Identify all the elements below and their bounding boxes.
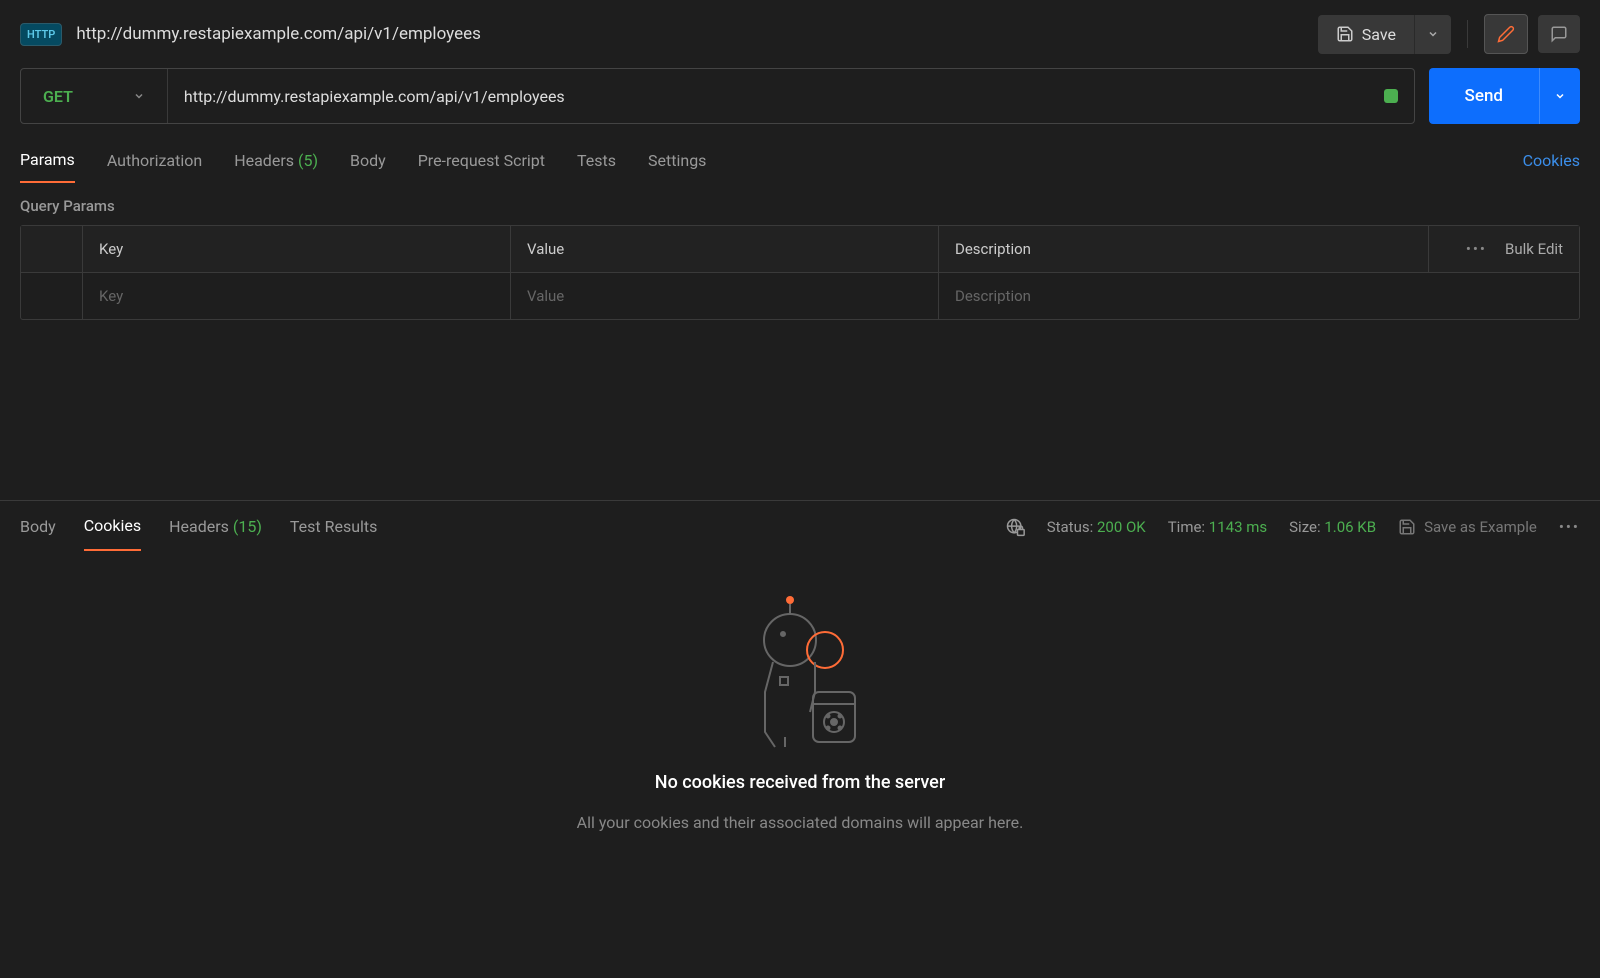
table-row	[21, 273, 1579, 319]
comments-button[interactable]	[1538, 15, 1580, 53]
key-input[interactable]	[99, 287, 494, 305]
save-group: Save	[1318, 15, 1451, 54]
col-value: Value	[511, 226, 939, 272]
response-tab-tests[interactable]: Test Results	[290, 503, 378, 550]
send-button[interactable]: Send	[1429, 68, 1539, 124]
table-header: Key Value Description ••• Bulk Edit	[21, 226, 1579, 273]
status-code: 200	[1097, 518, 1122, 536]
empty-state: No cookies received from the server All …	[0, 552, 1600, 832]
tab-settings[interactable]: Settings	[648, 139, 706, 182]
description-input[interactable]	[955, 287, 1563, 305]
bulk-edit-button[interactable]: Bulk Edit	[1505, 240, 1563, 258]
headers-count: (5)	[298, 151, 318, 170]
response-more-options[interactable]: •••	[1559, 518, 1580, 536]
params-table: Key Value Description ••• Bulk Edit	[20, 225, 1580, 320]
save-dropdown[interactable]	[1414, 15, 1451, 54]
save-as-example-button[interactable]: Save as Example	[1398, 518, 1537, 536]
response-headers-label: Headers	[169, 517, 229, 536]
save-icon	[1336, 25, 1354, 43]
col-key: Key	[83, 226, 511, 272]
method-selector[interactable]: GET	[21, 69, 168, 123]
request-bar: GET	[20, 68, 1415, 124]
save-label: Save	[1362, 25, 1396, 44]
response-tab-body[interactable]: Body	[20, 503, 56, 550]
url-input[interactable]	[168, 69, 1384, 123]
status-label: Status:	[1047, 518, 1094, 536]
save-button[interactable]: Save	[1318, 15, 1414, 54]
astronaut-icon	[735, 592, 865, 752]
request-title: http://dummy.restapiexample.com/api/v1/e…	[76, 24, 1303, 44]
tab-headers[interactable]: Headers (5)	[234, 139, 318, 182]
empty-subtitle: All your cookies and their associated do…	[577, 813, 1024, 832]
tab-headers-label: Headers	[234, 151, 294, 170]
size-value: 1.06 KB	[1324, 518, 1376, 536]
save-as-example-label: Save as Example	[1424, 518, 1537, 536]
chevron-down-icon	[133, 90, 145, 102]
query-params-label: Query Params	[0, 183, 1600, 225]
divider	[1467, 20, 1468, 48]
send-dropdown[interactable]	[1539, 68, 1580, 124]
chevron-down-icon	[1554, 90, 1566, 102]
comment-icon	[1550, 25, 1568, 43]
http-badge: HTTP	[20, 23, 62, 46]
response-tab-cookies[interactable]: Cookies	[84, 502, 141, 551]
col-description: Description	[939, 226, 1429, 272]
edit-button[interactable]	[1484, 14, 1528, 54]
pencil-icon	[1497, 25, 1515, 43]
size-label: Size:	[1289, 518, 1320, 536]
time-label: Time:	[1168, 518, 1205, 536]
table-options[interactable]: •••	[1466, 240, 1487, 258]
value-input[interactable]	[527, 287, 922, 305]
tab-prerequest[interactable]: Pre-request Script	[418, 139, 545, 182]
chevron-down-icon	[1427, 28, 1439, 40]
status-text: OK	[1126, 518, 1146, 536]
empty-title: No cookies received from the server	[655, 772, 945, 793]
tab-tests[interactable]: Tests	[577, 139, 616, 182]
response-tab-headers[interactable]: Headers (15)	[169, 503, 262, 550]
tab-body[interactable]: Body	[350, 139, 386, 182]
method-label: GET	[43, 87, 73, 106]
environment-indicator[interactable]	[1384, 89, 1398, 103]
tab-params[interactable]: Params	[20, 138, 75, 183]
tab-authorization[interactable]: Authorization	[107, 139, 202, 182]
time-value: 1143 ms	[1209, 518, 1267, 536]
response-headers-count: (15)	[233, 517, 262, 536]
save-icon	[1398, 518, 1416, 536]
cookies-link[interactable]: Cookies	[1523, 151, 1580, 170]
globe-lock-icon[interactable]	[1005, 517, 1025, 537]
